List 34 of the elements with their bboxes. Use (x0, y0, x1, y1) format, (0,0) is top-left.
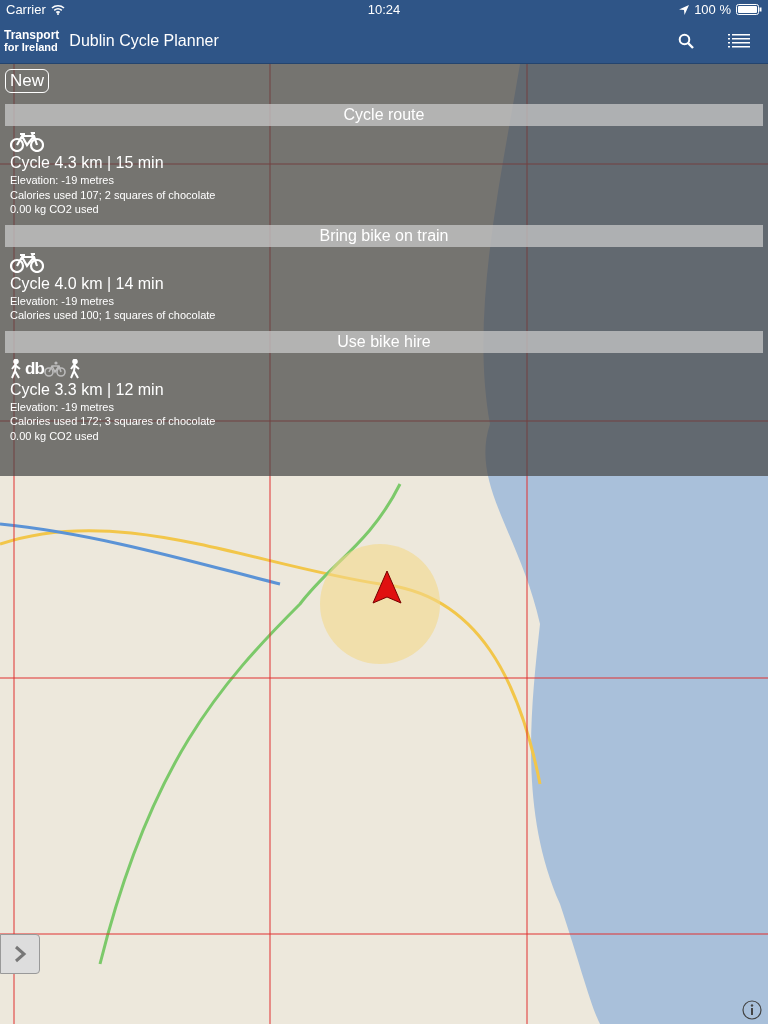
route-type-header[interactable]: Cycle route (5, 104, 763, 126)
route-type-header[interactable]: Bring bike on train (5, 224, 763, 247)
bike-hire-logo: db (25, 358, 66, 379)
new-button[interactable]: New (5, 69, 49, 93)
walking-person-icon (68, 358, 81, 379)
app-title: Dublin Cycle Planner (69, 32, 219, 51)
route-detail: 0.00 kg CO2 used (10, 202, 100, 217)
list-menu-icon[interactable] (728, 33, 750, 50)
expand-panel-button[interactable] (0, 934, 40, 974)
route-detail: Elevation: -19 metres (10, 293, 115, 308)
location-pin-icon (372, 570, 402, 604)
route-detail: 0.00 kg CO2 used (10, 428, 100, 443)
route-detail: Calories used 100; 1 squares of chocolate (10, 308, 217, 323)
wifi-icon (50, 4, 65, 16)
route-type-header[interactable]: Use bike hire (5, 330, 763, 353)
route-summary: Cycle 4.3 km | 15 min (10, 153, 165, 173)
clock-time: 10:24 (367, 2, 401, 18)
walking-person-icon (10, 358, 22, 379)
location-arrow-icon (679, 4, 690, 15)
route-detail: Elevation: -19 metres (10, 173, 115, 188)
search-icon[interactable] (678, 33, 694, 50)
route-summary: Cycle 3.3 km | 12 min (10, 379, 165, 400)
route-detail: Calories used 107; 2 squares of chocolate (10, 187, 217, 202)
carrier-label: Carrier (6, 2, 46, 18)
route-summary: Cycle 4.0 km | 14 min (10, 273, 165, 294)
info-icon[interactable] (742, 1000, 762, 1020)
bicycle-icon (10, 252, 44, 273)
route-detail: Elevation: -19 metres (10, 399, 115, 414)
chevron-right-icon (13, 945, 27, 963)
battery-percent: 100 % (694, 2, 731, 18)
route-detail: Calories used 172; 3 squares of chocolate (10, 414, 217, 429)
bicycle-icon (10, 132, 44, 152)
battery-icon (736, 4, 762, 16)
app-logo: Transport for Ireland (4, 29, 60, 54)
